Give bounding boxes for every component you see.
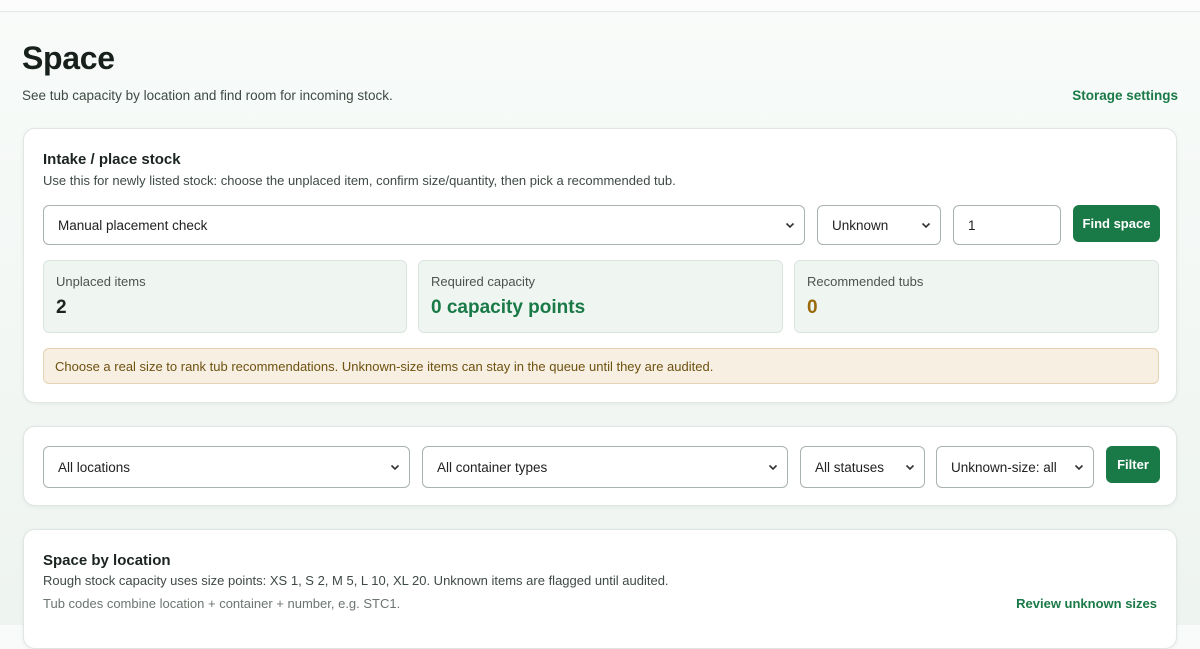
page-subtitle: See tub capacity by location and find ro… xyxy=(22,88,393,103)
stat-unplaced-items: Unplaced items 2 xyxy=(43,260,407,333)
size-notice: Choose a real size to rank tub recommend… xyxy=(43,348,1159,384)
stat-recommended-tubs: Recommended tubs 0 xyxy=(794,260,1159,333)
location-section-line2: Tub codes combine location + container +… xyxy=(43,596,401,611)
size-select[interactable]: Unknown xyxy=(817,205,941,245)
status-select[interactable]: All statuses xyxy=(800,446,925,488)
status-select-value: All statuses xyxy=(815,459,885,475)
page-title: Space xyxy=(22,40,115,76)
item-select-value: Manual placement check xyxy=(58,217,208,233)
stat-label: Recommended tubs xyxy=(807,274,924,289)
chevron-down-icon xyxy=(390,464,400,471)
intake-subtitle: Use this for newly listed stock: choose … xyxy=(43,173,676,188)
chevron-down-icon xyxy=(1074,464,1084,471)
stat-value: 0 capacity points xyxy=(431,297,586,318)
location-select-value: All locations xyxy=(58,459,131,475)
container-type-select[interactable]: All container types xyxy=(422,446,788,488)
chevron-down-icon xyxy=(921,222,931,229)
top-bar xyxy=(0,0,1200,12)
location-section-title: Space by location xyxy=(43,552,171,569)
stat-label: Unplaced items xyxy=(56,274,146,289)
storage-settings-link[interactable]: Storage settings xyxy=(1072,88,1178,103)
stat-label: Required capacity xyxy=(431,274,536,289)
intake-title: Intake / place stock xyxy=(43,151,181,168)
filter-button[interactable]: Filter xyxy=(1106,446,1160,483)
chevron-down-icon xyxy=(768,464,778,471)
space-by-location-card: Space by location Rough stock capacity u… xyxy=(23,529,1177,649)
size-select-value: Unknown xyxy=(832,217,889,233)
chevron-down-icon xyxy=(905,464,915,471)
item-select[interactable]: Manual placement check xyxy=(43,205,805,245)
quantity-value: 1 xyxy=(968,217,976,233)
quantity-input[interactable]: 1 xyxy=(953,205,1061,245)
review-unknown-sizes-link[interactable]: Review unknown sizes xyxy=(1016,596,1157,611)
intake-card: Intake / place stock Use this for newly … xyxy=(23,128,1177,403)
container-type-select-value: All container types xyxy=(437,459,548,475)
location-section-line1: Rough stock capacity uses size points: X… xyxy=(43,573,669,588)
stat-value: 0 xyxy=(807,297,818,318)
unknown-size-select[interactable]: Unknown-size: all xyxy=(936,446,1094,488)
stat-value: 2 xyxy=(56,297,67,318)
unknown-size-select-value: Unknown-size: all xyxy=(951,459,1057,475)
find-space-button[interactable]: Find space xyxy=(1073,205,1160,242)
location-select[interactable]: All locations xyxy=(43,446,410,488)
chevron-down-icon xyxy=(785,222,795,229)
filter-card: All locations All container types All st… xyxy=(23,426,1177,506)
stat-required-capacity: Required capacity 0 capacity points xyxy=(418,260,783,333)
